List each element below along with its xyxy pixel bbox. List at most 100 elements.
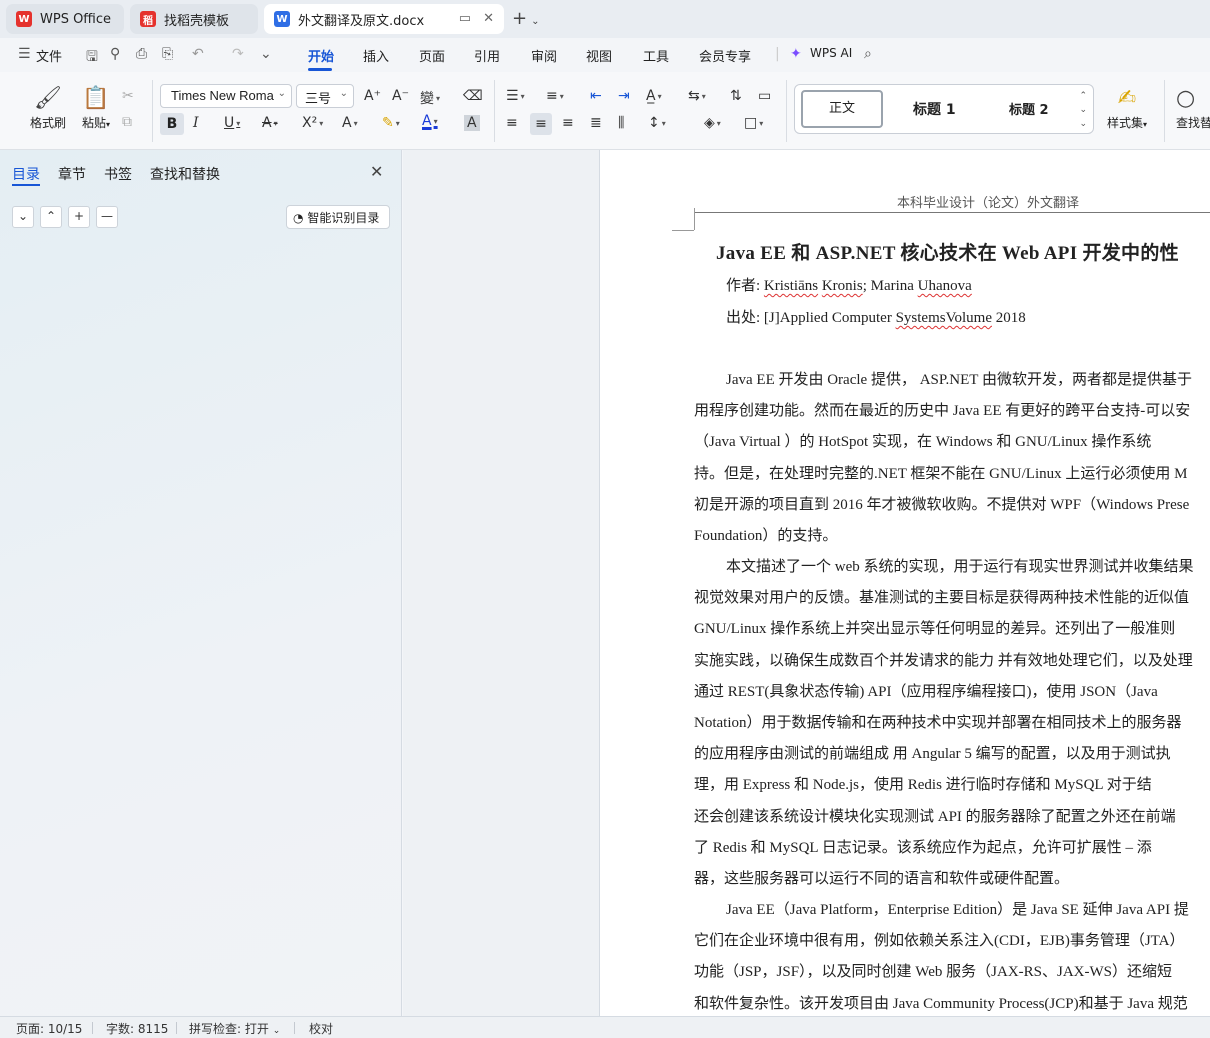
shrink-font-icon[interactable]: A⁻: [392, 88, 409, 104]
align-right-icon[interactable]: ≡: [562, 115, 574, 131]
bold-button[interactable]: B: [160, 113, 184, 135]
grow-font-icon[interactable]: A⁺: [364, 88, 381, 104]
style-normal[interactable]: 正文: [801, 90, 883, 128]
add-heading-icon[interactable]: +: [68, 206, 90, 228]
panel-tab-find-replace[interactable]: 查找和替换: [150, 164, 220, 184]
panel-tab-sections[interactable]: 章节: [58, 164, 86, 184]
source-label: 出处:: [726, 310, 761, 326]
style-heading-2[interactable]: 标题 2: [1009, 99, 1049, 118]
text-line: GNU/Linux 操作系统上并突出显示等任何明显的差异。还列出了一般准则: [694, 621, 1176, 638]
paste-button[interactable]: 📋 粘贴▾: [76, 84, 116, 131]
phonetic-guide-icon[interactable]: 變 ▾: [420, 88, 440, 108]
superscript-button[interactable]: X² ▾: [302, 115, 323, 131]
copy-icon[interactable]: ⧉: [122, 114, 132, 130]
divider: [786, 80, 787, 142]
page-indicator[interactable]: 页面: 10/15: [16, 1020, 82, 1037]
align-center-icon[interactable]: ≡: [530, 113, 552, 135]
borders-icon[interactable]: □ ▾: [744, 115, 763, 131]
menu-file[interactable]: 文件: [36, 46, 62, 65]
document-page[interactable]: 本科毕业设计（论文）外文翻译 Java EE 和 ASP.NET 核心技术在 W…: [599, 150, 1210, 1016]
numbered-list-icon[interactable]: ≡ ▾: [546, 88, 564, 104]
text-line: 实施实践，以确保生成数百个并发请求的能力 并有效地处理它们，以及处理: [694, 652, 1193, 669]
author-name-part: ; Marina: [862, 278, 914, 294]
remove-heading-icon[interactable]: —: [96, 206, 118, 228]
menu-tools[interactable]: 工具: [643, 46, 669, 65]
tab-document[interactable]: W 外文翻译及原文.docx ▭ ✕: [264, 4, 504, 34]
menu-view[interactable]: 视图: [586, 46, 612, 65]
chevron-down-icon[interactable]: ⌄: [531, 16, 539, 27]
char-shading-icon[interactable]: A: [464, 115, 480, 131]
margin-marker: [694, 208, 695, 230]
print-icon[interactable]: ⎙: [136, 46, 147, 62]
panel-tab-toc[interactable]: 目录: [12, 164, 40, 184]
cut-icon[interactable]: ✂: [122, 88, 134, 104]
style-gallery: 正文 标题 1 标题 2 ⌃ ⌄ ⌄: [794, 84, 1094, 134]
menu-membership[interactable]: 会员专享: [699, 46, 751, 65]
panel-tab-bookmarks[interactable]: 书签: [104, 164, 132, 184]
show-marks-icon[interactable]: ▭: [758, 88, 771, 104]
format-painter-button[interactable]: 🖌 格式刷: [28, 84, 68, 131]
tab-wps-office[interactable]: W WPS Office: [6, 4, 124, 34]
page-gutter: [403, 150, 599, 1016]
text-line: 视觉效果对用户的反馈。基准测试的主要目标是获得两种技术性能的近似值: [694, 590, 1190, 607]
text-direction-icon[interactable]: ⇆ ▾: [688, 88, 706, 104]
decrease-indent-icon[interactable]: ⇤: [590, 88, 602, 104]
hamburger-menu-icon[interactable]: ☰: [18, 46, 31, 62]
search-icon[interactable]: ⌕: [864, 46, 872, 62]
increase-indent-icon[interactable]: ⇥: [618, 88, 630, 104]
menu-home[interactable]: 开始: [308, 46, 334, 65]
italic-button[interactable]: I: [193, 115, 199, 131]
font-color-button[interactable]: A ▾: [422, 113, 438, 129]
menu-review[interactable]: 审阅: [531, 46, 557, 65]
font-size-select[interactable]: 三号 ⌄: [296, 84, 354, 108]
source-text: [J]Applied Computer: [763, 310, 892, 326]
spell-check-toggle[interactable]: 拼写检查: 打开 ⌄: [189, 1020, 280, 1037]
style-heading-1[interactable]: 标题 1: [913, 99, 956, 119]
style-set-button[interactable]: ✍ 样式集▾: [1102, 84, 1152, 131]
underline-button[interactable]: U ▾: [224, 115, 240, 131]
clear-format-icon[interactable]: ⌫: [463, 88, 483, 104]
header-rule: [694, 212, 1210, 213]
save-icon[interactable]: 🖫: [86, 46, 98, 70]
text-line: 还会创建该系统设计模块化实现测试 API 的服务器除了配置之外还在前端: [694, 808, 1176, 825]
export-icon[interactable]: ⚲: [110, 46, 120, 62]
text-line: 的应用程序由测试的前端组成 用 Angular 5 编写的配置，以及用于测试执: [694, 746, 1171, 763]
strikethrough-button[interactable]: A ▾: [262, 115, 278, 131]
window-mode-icon[interactable]: ▭: [459, 11, 471, 26]
proofread-button[interactable]: 校对: [309, 1020, 333, 1037]
find-replace-button[interactable]: ○ 查找替: [1176, 84, 1210, 131]
distributed-align-icon[interactable]: ⫼: [618, 115, 624, 131]
text-line: 器，这些服务器可以运行不同的语言和软件或硬件配置。: [694, 870, 1070, 887]
more-chevron-icon[interactable]: ⌄: [260, 46, 272, 62]
print-preview-icon[interactable]: ⎘: [162, 46, 173, 62]
redo-icon[interactable]: ↷: [232, 46, 244, 62]
chinese-layout-icon[interactable]: A̲ ▾: [646, 88, 662, 104]
justify-icon[interactable]: ≣: [590, 115, 602, 131]
expand-down-icon[interactable]: ⌄: [12, 206, 34, 228]
menu-insert[interactable]: 插入: [363, 46, 389, 65]
new-tab-button[interactable]: + ⌄: [512, 8, 539, 29]
sort-icon[interactable]: ⇅: [730, 88, 742, 104]
word-count[interactable]: 字数: 8115: [106, 1020, 168, 1037]
divider: [294, 1022, 295, 1034]
text-effect-button[interactable]: A ▾: [342, 115, 358, 131]
bullet-list-icon[interactable]: ☰ ▾: [506, 88, 525, 104]
text-line: 理，用 Express 和 Node.js，使用 Redis 进行临时存储和 M…: [694, 777, 1152, 794]
align-left-icon[interactable]: ≡: [506, 115, 518, 131]
menu-page[interactable]: 页面: [419, 46, 445, 65]
shading-icon[interactable]: ◈ ▾: [704, 115, 721, 131]
close-tab-icon[interactable]: ✕: [483, 11, 494, 26]
paragraph-1: Java EE 开发由 Oracle 提供， ASP.NET 由微软开发，两者都…: [694, 365, 1210, 552]
menu-wps-ai[interactable]: WPS AI: [810, 46, 852, 60]
highlight-icon[interactable]: ✎ ▾: [382, 115, 400, 131]
style-scroll-icon[interactable]: ⌃ ⌄ ⌄: [1079, 89, 1087, 131]
line-spacing-icon[interactable]: ↕ ▾: [648, 115, 666, 131]
undo-icon[interactable]: ↶: [192, 46, 204, 62]
close-panel-icon[interactable]: ✕: [370, 162, 383, 181]
tab-docer-templates[interactable]: 稻 找稻壳模板: [130, 4, 258, 34]
menu-references[interactable]: 引用: [474, 46, 500, 65]
font-name-select[interactable]: Times New Roma ⌄: [160, 84, 292, 108]
collapse-up-icon[interactable]: ⌃: [40, 206, 62, 228]
paste-icon: 📋: [82, 86, 110, 111]
smart-toc-button[interactable]: ◔ 智能识别目录: [286, 205, 390, 229]
